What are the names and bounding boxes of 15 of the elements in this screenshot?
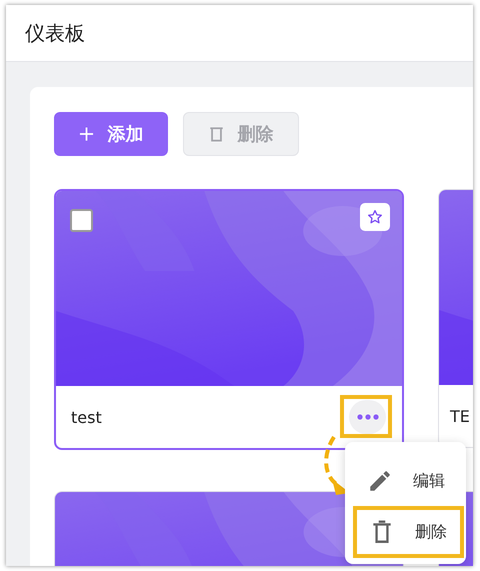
add-button[interactable]: 添加 [54, 112, 168, 156]
trash-icon [208, 126, 224, 142]
plus-icon [78, 126, 94, 142]
more-icon [356, 414, 378, 420]
card-title: TE [450, 406, 470, 426]
edit-menu-item[interactable]: 编辑 [345, 458, 466, 504]
favorite-button[interactable] [360, 203, 390, 231]
star-icon [367, 209, 383, 225]
card-title: test [71, 408, 102, 426]
delete-menu-item[interactable]: 删除 [353, 506, 464, 558]
page-title: 仪表板 [25, 20, 85, 46]
more-button[interactable] [349, 400, 386, 434]
select-checkbox[interactable] [70, 209, 93, 232]
dashboard-card[interactable]: TE [438, 189, 473, 448]
dashboard-card[interactable]: test [54, 189, 404, 450]
